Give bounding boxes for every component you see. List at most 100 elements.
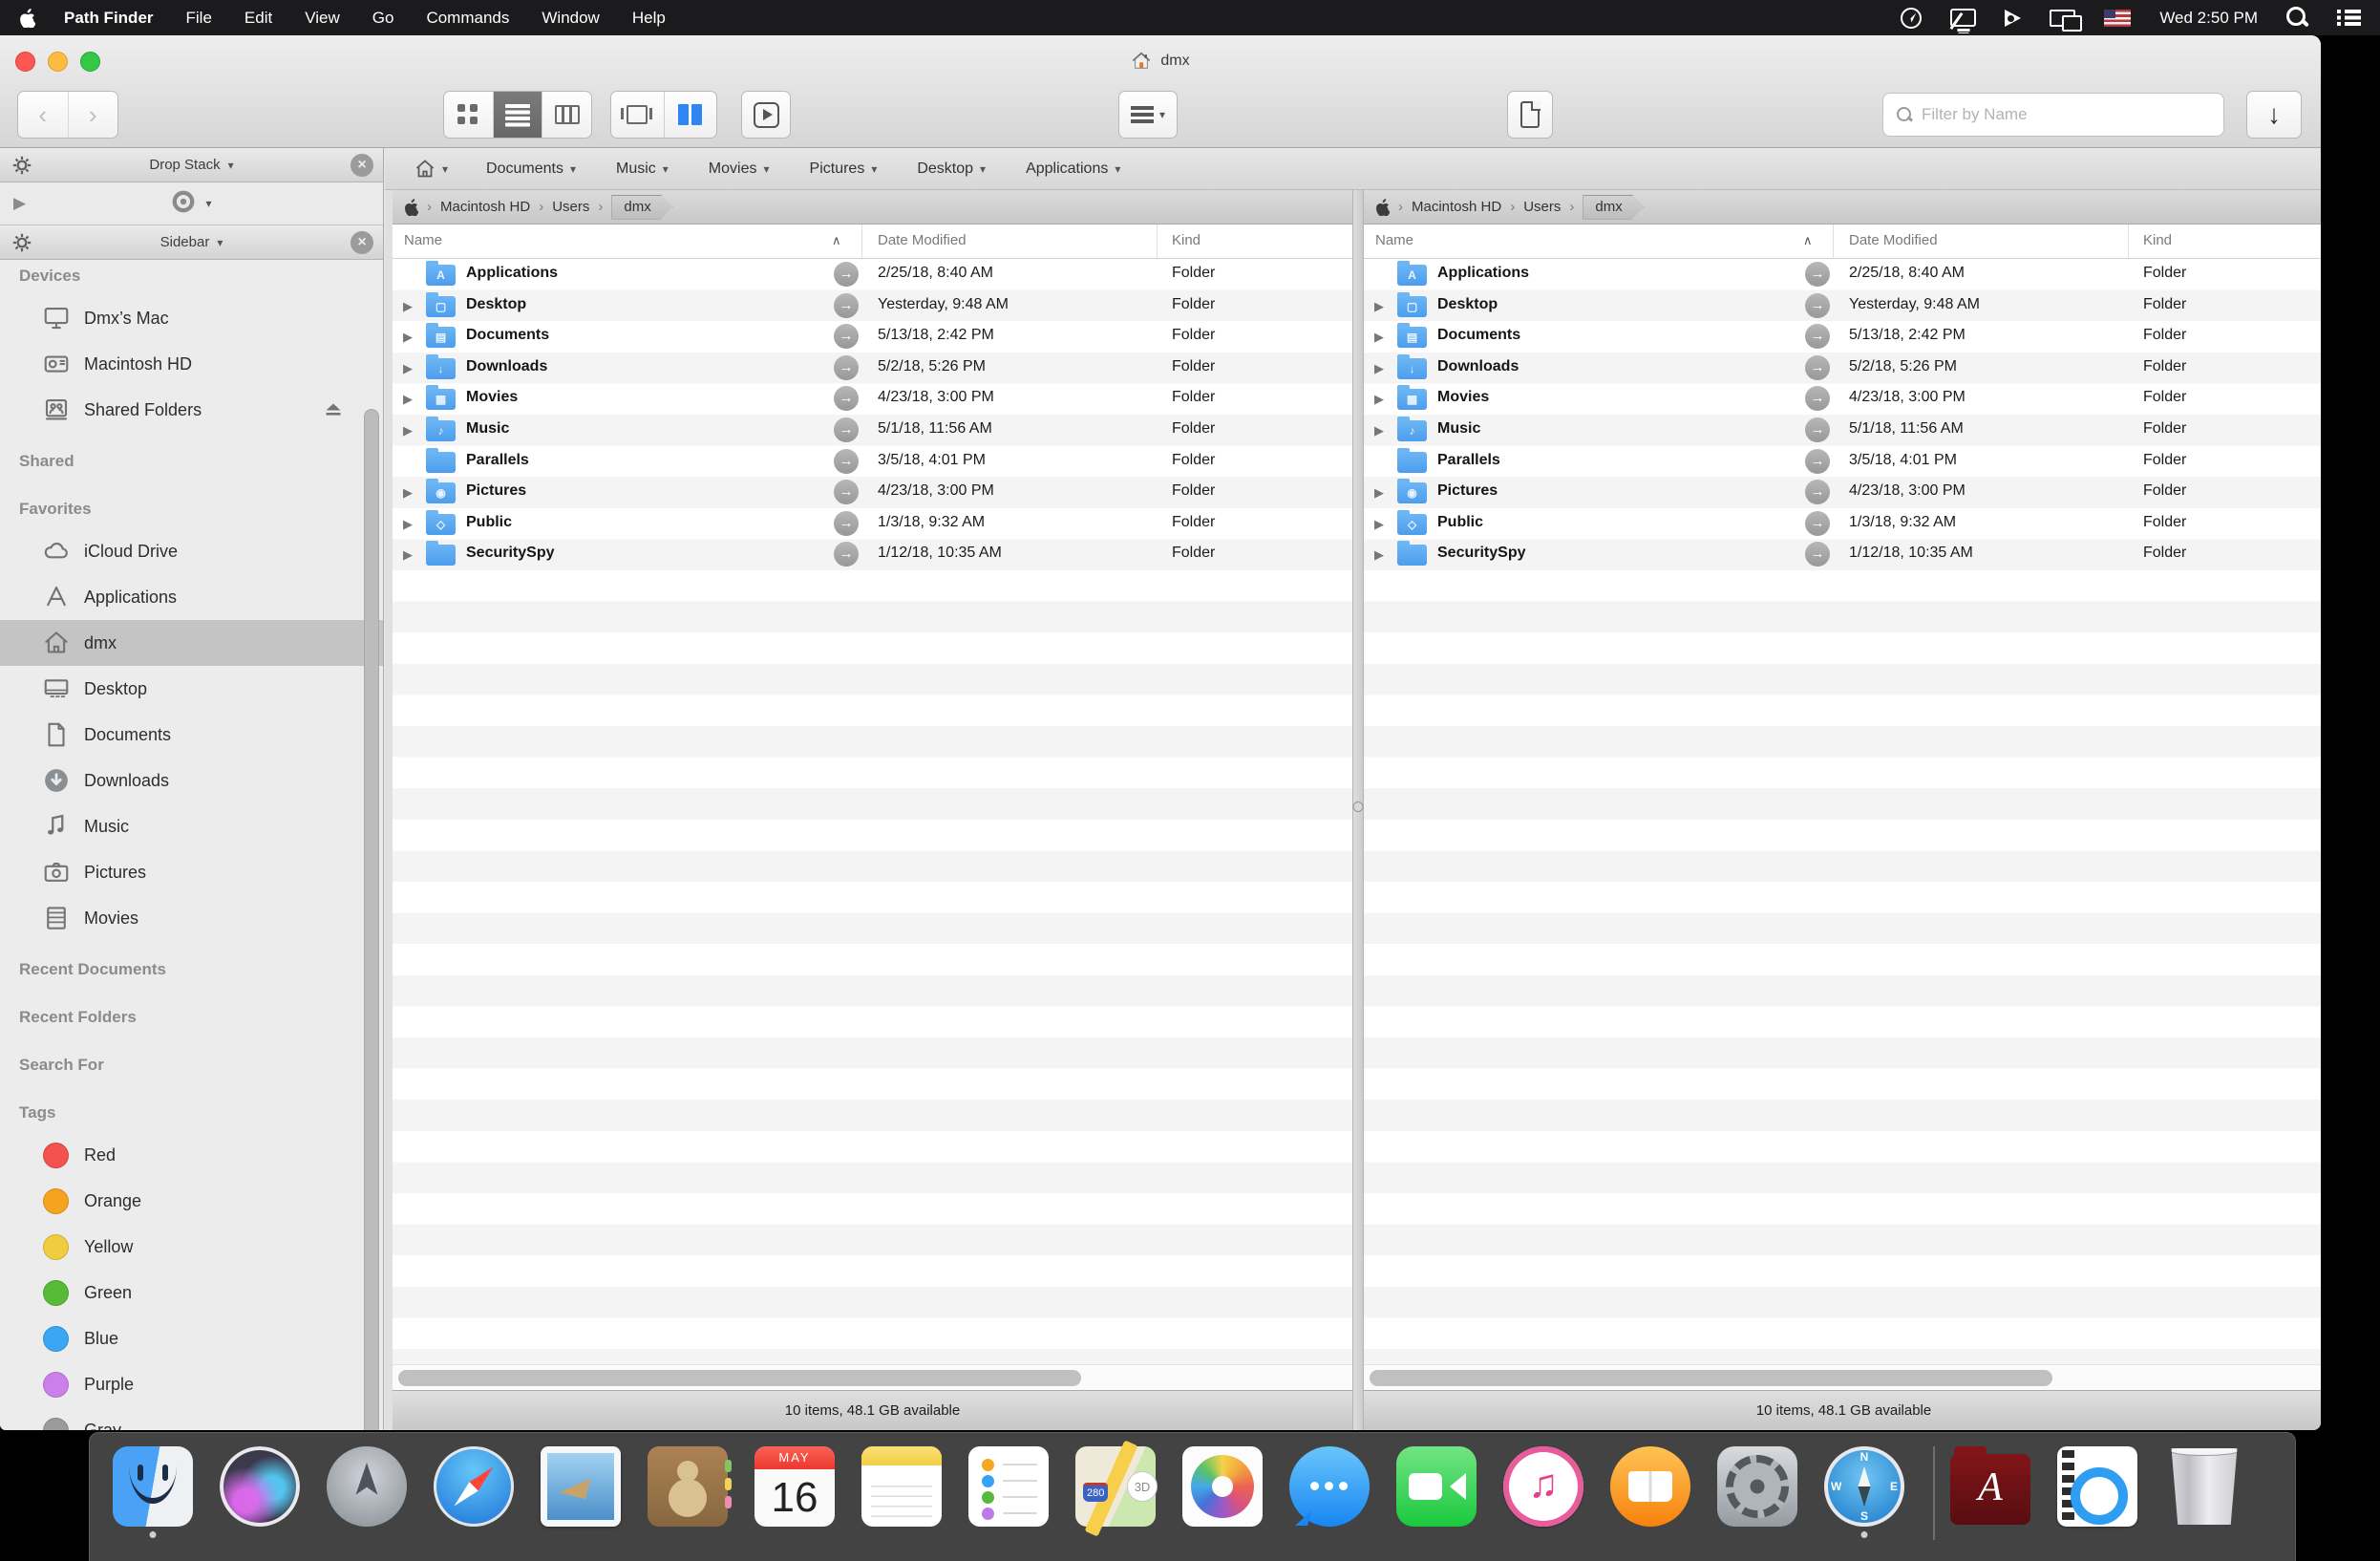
drop-stack-title[interactable]: Drop Stack bbox=[149, 157, 220, 173]
table-row-downloads[interactable]: ▶↓Downloads→5/2/18, 5:26 PMFolder bbox=[393, 353, 1352, 384]
open-folder-arrow-button[interactable]: → bbox=[834, 511, 859, 536]
disclosure-triangle-icon[interactable]: ▶ bbox=[1374, 517, 1384, 532]
play-icon[interactable]: ▶ bbox=[13, 194, 26, 213]
dock-icon-photos[interactable] bbox=[1182, 1446, 1263, 1527]
list-view-button[interactable] bbox=[493, 92, 542, 138]
table-row-desktop[interactable]: ▶▢Desktop→Yesterday, 9:48 AMFolder bbox=[1364, 290, 2321, 322]
dock-icon-facetime[interactable] bbox=[1396, 1446, 1477, 1527]
favbar-item-desktop[interactable]: Desktop▾ bbox=[917, 160, 986, 178]
open-folder-arrow-button[interactable]: → bbox=[834, 293, 859, 318]
table-row-securityspy[interactable]: ▶SecuritySpy→1/12/18, 10:35 AMFolder bbox=[1364, 539, 2321, 570]
open-folder-arrow-button[interactable]: → bbox=[1805, 324, 1830, 349]
forward-button[interactable]: › bbox=[68, 92, 118, 138]
sidebar-panel-title[interactable]: Sidebar bbox=[160, 234, 210, 250]
close-icon[interactable]: × bbox=[351, 154, 373, 177]
column-header-date-modified[interactable]: Date Modified bbox=[1849, 232, 1938, 248]
dock-icon-launchpad[interactable] bbox=[327, 1446, 407, 1527]
sidebar-item-applications[interactable]: Applications bbox=[0, 574, 383, 620]
open-folder-arrow-button[interactable]: → bbox=[834, 262, 859, 287]
sidebar-item-red[interactable]: Red bbox=[0, 1132, 383, 1178]
open-folder-arrow-button[interactable]: → bbox=[834, 355, 859, 380]
displays-icon[interactable] bbox=[2050, 10, 2075, 27]
dual-pane-button[interactable] bbox=[664, 92, 717, 138]
table-row-documents[interactable]: ▶▤Documents→5/13/18, 2:42 PMFolder bbox=[393, 321, 1352, 353]
slideshow-button[interactable] bbox=[741, 91, 791, 139]
dock-icon-safari[interactable] bbox=[434, 1446, 514, 1527]
menu-help[interactable]: Help bbox=[632, 9, 666, 27]
sidebar-item-dmx-s-mac[interactable]: Dmx’s Mac bbox=[0, 295, 383, 341]
sidebar-item-shared-folders[interactable]: Shared Folders bbox=[0, 387, 383, 433]
table-row-parallels[interactable]: Parallels→3/5/18, 4:01 PMFolder bbox=[1364, 446, 2321, 478]
dock-icon-quicktime[interactable] bbox=[2057, 1446, 2137, 1527]
disclosure-triangle-icon[interactable]: ▶ bbox=[403, 299, 413, 314]
sidebar-item-music[interactable]: Music bbox=[0, 803, 383, 849]
open-folder-arrow-button[interactable]: → bbox=[834, 449, 859, 474]
disclosure-triangle-icon[interactable]: ▶ bbox=[403, 330, 413, 345]
dock-icon-itunes[interactable] bbox=[1503, 1446, 1583, 1527]
sidebar-item-movies[interactable]: Movies bbox=[0, 895, 383, 941]
sidebar-item-gray[interactable]: Gray bbox=[0, 1407, 383, 1430]
favbar-item-music[interactable]: Music▾ bbox=[616, 160, 669, 178]
sidebar-item-dmx[interactable]: dmx bbox=[0, 620, 383, 666]
open-folder-arrow-button[interactable]: → bbox=[1805, 449, 1830, 474]
open-folder-arrow-button[interactable]: → bbox=[834, 324, 859, 349]
menu-commands[interactable]: Commands bbox=[426, 9, 509, 27]
menu-edit[interactable]: Edit bbox=[244, 9, 272, 27]
disclosure-triangle-icon[interactable]: ▶ bbox=[1374, 547, 1384, 563]
open-folder-arrow-button[interactable]: → bbox=[1805, 480, 1830, 504]
disclosure-triangle-icon[interactable]: ▶ bbox=[403, 485, 413, 501]
disclosure-triangle-icon[interactable]: ▶ bbox=[403, 361, 413, 376]
open-folder-arrow-button[interactable]: → bbox=[1805, 355, 1830, 380]
back-button[interactable]: ‹ bbox=[18, 92, 68, 138]
close-icon[interactable]: × bbox=[351, 231, 373, 254]
disclosure-triangle-icon[interactable]: ▶ bbox=[403, 423, 413, 438]
sidebar-item-downloads[interactable]: Downloads bbox=[0, 758, 383, 803]
table-row-public[interactable]: ▶◇Public→1/3/18, 9:32 AMFolder bbox=[1364, 508, 2321, 540]
location-icon[interactable] bbox=[1901, 8, 1922, 29]
horizontal-scrollbar[interactable] bbox=[1364, 1364, 2321, 1390]
disclosure-triangle-icon[interactable]: ▶ bbox=[403, 392, 413, 407]
sidebar-item-macintosh-hd[interactable]: Macintosh HD bbox=[0, 341, 383, 387]
scrollbar-thumb[interactable] bbox=[1370, 1370, 2052, 1386]
open-folder-arrow-button[interactable]: → bbox=[834, 417, 859, 442]
table-row-documents[interactable]: ▶▤Documents→5/13/18, 2:42 PMFolder bbox=[1364, 321, 2321, 353]
column-header-name[interactable]: Name bbox=[404, 232, 442, 248]
disclosure-triangle-icon[interactable]: ▶ bbox=[1374, 299, 1384, 314]
table-row-movies[interactable]: ▶▦Movies→4/23/18, 3:00 PMFolder bbox=[1364, 383, 2321, 415]
gear-icon[interactable] bbox=[10, 153, 34, 178]
single-pane-button[interactable] bbox=[611, 92, 664, 138]
dock-icon-trash[interactable] bbox=[2164, 1448, 2244, 1525]
table-row-securityspy[interactable]: ▶SecuritySpy→1/12/18, 10:35 AMFolder bbox=[393, 539, 1352, 570]
column-header-kind[interactable]: Kind bbox=[2143, 232, 2172, 248]
breadcrumb-macintosh-hd[interactable]: Macintosh HD bbox=[1412, 199, 1501, 215]
pane-splitter[interactable] bbox=[1352, 190, 1364, 1430]
sidebar-item-desktop[interactable]: Desktop bbox=[0, 666, 383, 712]
notification-center-icon[interactable] bbox=[2337, 10, 2361, 26]
apple-icon[interactable] bbox=[404, 199, 418, 216]
dock-icon-sysprefs[interactable] bbox=[1717, 1446, 1797, 1527]
table-row-downloads[interactable]: ▶↓Downloads→5/2/18, 5:26 PMFolder bbox=[1364, 353, 2321, 384]
eject-icon[interactable] bbox=[322, 398, 345, 421]
download-button[interactable]: ↓ bbox=[2246, 91, 2302, 139]
disclosure-triangle-icon[interactable]: ▶ bbox=[1374, 423, 1384, 438]
apple-icon[interactable] bbox=[1375, 199, 1390, 216]
menu-bar-clock[interactable]: Wed 2:50 PM bbox=[2159, 9, 2258, 28]
dock-icon-acrobat[interactable] bbox=[1950, 1454, 2030, 1525]
scrollbar-thumb[interactable] bbox=[398, 1370, 1081, 1386]
dock-icon-reminders[interactable] bbox=[968, 1446, 1049, 1527]
menu-go[interactable]: Go bbox=[372, 9, 394, 27]
menu-view[interactable]: View bbox=[305, 9, 340, 27]
favbar-item-documents[interactable]: Documents▾ bbox=[486, 160, 576, 178]
column-header-name[interactable]: Name bbox=[1375, 232, 1413, 248]
table-row-public[interactable]: ▶◇Public→1/3/18, 9:32 AMFolder bbox=[393, 508, 1352, 540]
open-folder-arrow-button[interactable]: → bbox=[1805, 293, 1830, 318]
table-row-parallels[interactable]: Parallels→3/5/18, 4:01 PMFolder bbox=[393, 446, 1352, 478]
sidebar-item-documents[interactable]: Documents bbox=[0, 712, 383, 758]
dock-icon-contacts[interactable] bbox=[648, 1446, 728, 1527]
table-row-music[interactable]: ▶♪Music→5/1/18, 11:56 AMFolder bbox=[393, 415, 1352, 446]
dock-icon-messages[interactable] bbox=[1289, 1446, 1370, 1527]
breadcrumb-dmx[interactable]: dmx bbox=[611, 195, 672, 220]
horizontal-scrollbar[interactable] bbox=[393, 1364, 1352, 1390]
favorites-home-button[interactable]: ▾ bbox=[414, 158, 448, 181]
sidebar-item-blue[interactable]: Blue bbox=[0, 1315, 383, 1361]
